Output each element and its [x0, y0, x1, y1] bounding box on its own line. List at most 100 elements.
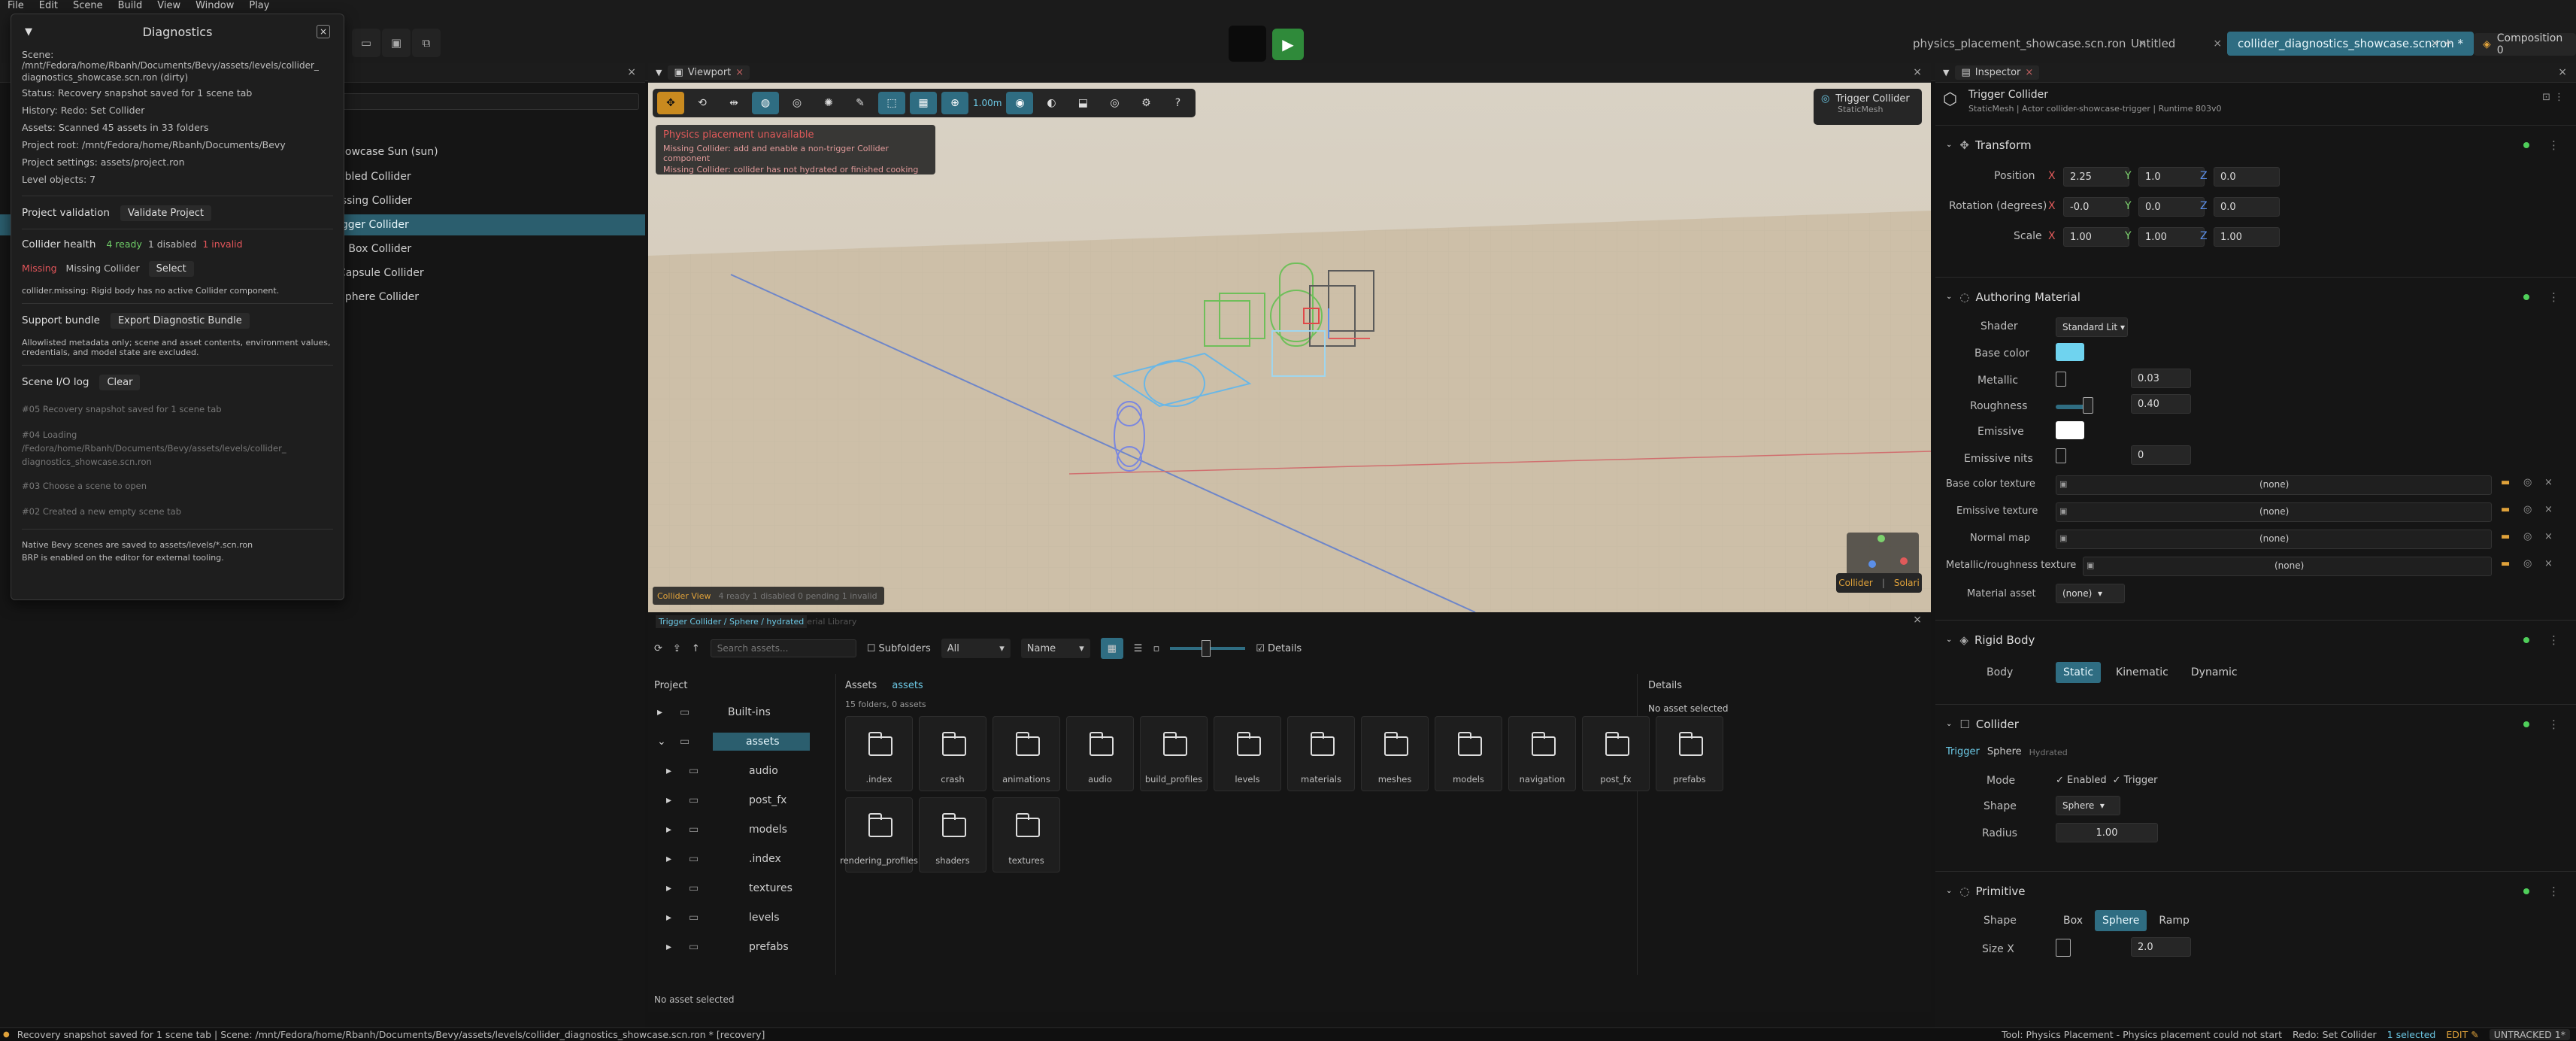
primitive-box-option[interactable]: Box — [2056, 910, 2090, 931]
clear-icon[interactable]: × — [2544, 504, 2553, 515]
base-color-texture-field[interactable]: ▣ (none) — [2056, 475, 2492, 495]
tree-item[interactable]: ▸ ▭ audio — [648, 756, 835, 785]
snap-icon[interactable]: ⊕ — [941, 92, 968, 114]
light-icon[interactable]: ✺ — [815, 92, 842, 114]
shape-dropdown[interactable]: Sphere ▾ — [2056, 796, 2120, 815]
refresh-icon[interactable]: ⟳ — [654, 643, 662, 654]
asset-search-input[interactable]: Search assets... — [710, 639, 856, 657]
folder-tile[interactable]: shaders — [919, 797, 986, 873]
size-x-field[interactable]: 2.0 — [2131, 937, 2191, 957]
collapse-icon[interactable]: ▼ — [1943, 68, 1949, 77]
target-icon[interactable]: ◎ — [2523, 531, 2532, 542]
camera-icon[interactable]: ◐ — [1038, 92, 1065, 114]
eye-icon[interactable]: ◉ — [1006, 92, 1034, 114]
status-vcs[interactable]: UNTRACKED 1* — [2489, 1029, 2570, 1040]
position-y-field[interactable]: 1.0 — [2138, 167, 2205, 187]
tree-item[interactable]: ▸ ▭ post_fx — [648, 785, 835, 815]
folder-tile[interactable]: meshes — [1361, 716, 1429, 791]
folder-tile[interactable]: crash — [919, 716, 986, 791]
tree-item-selected[interactable]: ⌄ ▭ assets — [648, 727, 835, 756]
import-icon[interactable]: ⇪ — [673, 643, 681, 654]
close-icon[interactable]: × — [1913, 66, 1922, 78]
folder-tile[interactable]: animations — [993, 716, 1060, 791]
folder-tile[interactable]: build_profiles — [1140, 716, 1208, 791]
details-checkbox[interactable]: ☑ Details — [1256, 643, 1302, 654]
grid-icon[interactable]: ▦ — [910, 92, 937, 114]
roughness-value[interactable]: 0.40 — [2131, 394, 2191, 414]
more-icon[interactable]: ⋮ — [2548, 718, 2559, 731]
more-icon[interactable]: ⋮ — [2554, 92, 2564, 103]
position-z-field[interactable]: 0.0 — [2214, 167, 2280, 187]
export-bundle-button[interactable]: Export Diagnostic Bundle — [110, 313, 250, 329]
mr-texture-field[interactable]: ▣ (none) — [2083, 557, 2492, 576]
roughness-slider[interactable] — [2083, 397, 2093, 414]
filter-dropdown[interactable]: All ▾ — [941, 639, 1011, 658]
save-icon[interactable]: ▣ — [382, 29, 411, 57]
local-icon[interactable]: ◎ — [783, 92, 811, 114]
breadcrumb-root[interactable]: Assets — [845, 680, 877, 691]
size-x-slider[interactable] — [2056, 939, 2071, 957]
grid-view-icon[interactable]: ▦ — [1100, 638, 1123, 659]
folder-icon[interactable]: ▬ — [2501, 531, 2510, 542]
material-section-header[interactable]: ⌄ ◌ Authoring Material ⋮ — [1935, 277, 2576, 316]
scene-tab-untitled[interactable]: Untitled × — [2120, 32, 2232, 56]
primitive-section-header[interactable]: ⌄ ◌ Primitive ⋮ — [1935, 871, 2576, 910]
scene-view[interactable]: ✥ ⟲ ⇹ ◍ ◎ ✺ ✎ ⬚ ▦ ⊕ 1.00m ◉ ◐ ⬓ ◎ ⚙ ? Ph… — [648, 83, 1931, 612]
expand-icon[interactable]: ▸ — [666, 794, 689, 806]
subfolders-checkbox[interactable]: ☐ Subfolders — [867, 643, 931, 654]
close-icon[interactable]: × — [2025, 67, 2033, 78]
close-icon[interactable]: × + — [2430, 36, 2453, 50]
close-icon[interactable]: × — [2558, 66, 2567, 78]
clear-icon[interactable]: × — [2544, 477, 2553, 488]
scale-tool-icon[interactable]: ⇹ — [720, 92, 747, 114]
tree-item[interactable]: ▸ ▭ levels — [648, 903, 835, 932]
folder-tile[interactable]: textures — [993, 797, 1060, 873]
rigid-body-section-header[interactable]: ⌄ ◈ Rigid Body ⋮ — [1935, 620, 2576, 659]
folder-icon[interactable]: ▬ — [2501, 504, 2510, 515]
scale-x-field[interactable]: 1.00 — [2063, 227, 2129, 247]
material-asset-dropdown[interactable]: (none) ▾ — [2056, 584, 2125, 603]
expand-icon[interactable]: ▸ — [666, 941, 689, 953]
shader-dropdown[interactable]: Standard Lit ▾ — [2056, 317, 2128, 337]
close-icon[interactable]: × — [1913, 614, 1922, 626]
validate-project-button[interactable]: Validate Project — [120, 205, 211, 221]
metallic-value[interactable]: 0.03 — [2131, 369, 2191, 388]
expand-icon[interactable]: ▸ — [666, 765, 689, 777]
rotate-tool-icon[interactable]: ⟲ — [689, 92, 716, 114]
emissive-nits-value[interactable]: 0 — [2131, 445, 2191, 465]
rotation-y-field[interactable]: 0.0 — [2138, 197, 2205, 217]
close-icon[interactable]: × — [735, 67, 744, 78]
clear-icon[interactable]: × — [2544, 531, 2553, 542]
body-dynamic-option[interactable]: Dynamic — [2184, 662, 2245, 683]
folder-tile[interactable]: materials — [1287, 716, 1355, 791]
tree-item[interactable]: ▸ ▭ models — [648, 815, 835, 844]
folder-icon[interactable]: ▬ — [2501, 477, 2510, 488]
body-static-option[interactable]: Static — [2056, 662, 2102, 683]
frame-icon[interactable]: ⬚ — [878, 92, 905, 114]
primitive-sphere-option[interactable]: Sphere — [2095, 910, 2147, 931]
lock-icon[interactable]: ⊡ — [2542, 92, 2550, 103]
folder-tile[interactable]: levels — [1214, 716, 1281, 791]
zoom-slider[interactable] — [1170, 640, 1246, 657]
chevron-down-icon[interactable]: ⌄ — [657, 736, 680, 748]
collapse-icon[interactable]: ▼ — [656, 68, 662, 77]
emissive-nits-slider[interactable] — [2056, 448, 2066, 463]
play-button[interactable]: ▶ — [1272, 29, 1304, 60]
normal-map-field[interactable]: ▣ (none) — [2056, 530, 2492, 549]
sort-dropdown[interactable]: Name ▾ — [1020, 639, 1090, 658]
folder-tile[interactable]: audio — [1066, 716, 1134, 791]
settings-icon[interactable]: ⚙ — [1132, 92, 1159, 114]
folder-tile[interactable]: models — [1435, 716, 1502, 791]
emissive-swatch[interactable] — [2056, 421, 2084, 439]
more-icon[interactable]: ⋮ — [2548, 633, 2559, 647]
car-icon[interactable]: ⬓ — [1069, 92, 1096, 114]
new-file-icon[interactable]: ▭ — [352, 29, 380, 57]
folder-tile[interactable]: navigation — [1508, 716, 1576, 791]
clear-icon[interactable]: × — [2544, 558, 2553, 569]
target-icon[interactable]: ◎ — [2523, 558, 2532, 569]
render-mode-switch[interactable]: Collider | Solari — [1836, 573, 1922, 593]
folder-tile[interactable]: rendering_profiles — [840, 797, 918, 873]
collapse-icon[interactable]: ▼ — [25, 26, 32, 38]
scene-tab-physics[interactable]: physics_placement_showcase.scn.ron × — [1902, 32, 2157, 56]
metallic-slider[interactable] — [2056, 372, 2066, 387]
